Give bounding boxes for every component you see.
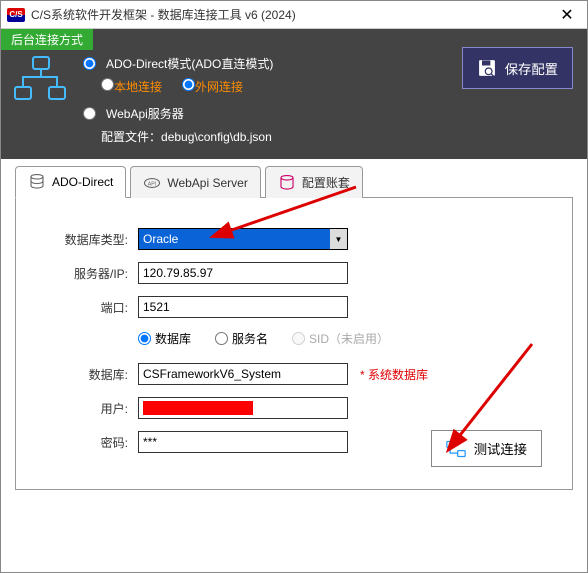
server-input[interactable]: [138, 262, 348, 284]
password-input[interactable]: [138, 431, 348, 453]
port-label: 端口:: [46, 299, 128, 316]
tabs: ADO-Direct API WebApi Server 配置账套: [15, 165, 573, 198]
tab-ado-label: ADO-Direct: [52, 175, 113, 189]
test-connection-button[interactable]: 测试连接: [431, 430, 542, 467]
tab-ado-direct[interactable]: ADO-Direct: [15, 166, 126, 198]
db-radio-label: 数据库: [155, 330, 191, 347]
window-title: C/S系统软件开发框架 - 数据库连接工具 v6 (2024): [31, 6, 547, 23]
test-connection-label: 测试连接: [474, 439, 527, 458]
connection-mode-label: 后台连接方式: [1, 29, 93, 50]
db-type-value: Oracle: [143, 232, 178, 246]
user-label: 用户:: [46, 400, 128, 417]
user-redacted: [143, 401, 253, 415]
title-bar: C/S C/S系统软件开发框架 - 数据库连接工具 v6 (2024) ✕: [1, 1, 587, 29]
service-radio[interactable]: 服务名: [215, 330, 268, 347]
db-type-dropdown[interactable]: Oracle ▼: [138, 228, 348, 250]
tab-accounts-label: 配置账套: [302, 174, 350, 191]
api-icon: API: [143, 174, 161, 192]
svg-text:API: API: [148, 181, 156, 187]
chevron-down-icon: ▼: [330, 228, 348, 250]
network-icon: [13, 55, 67, 105]
connection-mode-bar: 后台连接方式 ADO-Direct模式(ADO直连模式) 本地连接 外网连接 W…: [1, 29, 587, 159]
external-conn-label: 外网连接: [195, 80, 243, 94]
database-note: * 系统数据库: [360, 366, 428, 383]
user-input[interactable]: [138, 397, 348, 419]
external-conn-radio[interactable]: 外网连接: [182, 78, 243, 95]
service-radio-label: 服务名: [232, 330, 268, 347]
form-panel: 数据库类型: Oracle ▼ 服务器/IP: 端口: 数据库 服务名 SID（…: [15, 198, 573, 490]
accounts-icon: [278, 174, 296, 192]
sid-radio-label: SID（未启用）: [309, 330, 389, 347]
tab-accounts[interactable]: 配置账套: [265, 166, 363, 198]
app-icon: C/S: [7, 8, 25, 22]
db-radio[interactable]: 数据库: [138, 330, 191, 347]
config-file-line: 配置文件：debug\config\db.json: [101, 128, 575, 145]
tab-webapi[interactable]: API WebApi Server: [130, 166, 260, 198]
db-type-label: 数据库类型:: [46, 231, 128, 248]
password-label: 密码:: [46, 434, 128, 451]
database-input[interactable]: [138, 363, 348, 385]
database-icon: [28, 173, 46, 191]
local-conn-radio[interactable]: 本地连接: [101, 78, 162, 95]
port-input[interactable]: [138, 296, 348, 318]
save-icon: [477, 58, 497, 78]
local-conn-label: 本地连接: [114, 80, 162, 94]
ado-direct-mode-label: ADO-Direct模式(ADO直连模式): [106, 55, 273, 72]
server-label: 服务器/IP:: [46, 265, 128, 282]
webapi-mode-radio[interactable]: WebApi服务器: [83, 105, 575, 122]
database-label: 数据库:: [46, 366, 128, 383]
save-config-button[interactable]: 保存配置: [462, 47, 573, 89]
tab-webapi-label: WebApi Server: [167, 176, 247, 190]
close-button[interactable]: ✕: [547, 1, 587, 29]
sid-radio: SID（未启用）: [292, 330, 389, 347]
save-config-label: 保存配置: [505, 59, 558, 78]
webapi-mode-label: WebApi服务器: [106, 105, 184, 122]
test-icon: [446, 440, 466, 458]
